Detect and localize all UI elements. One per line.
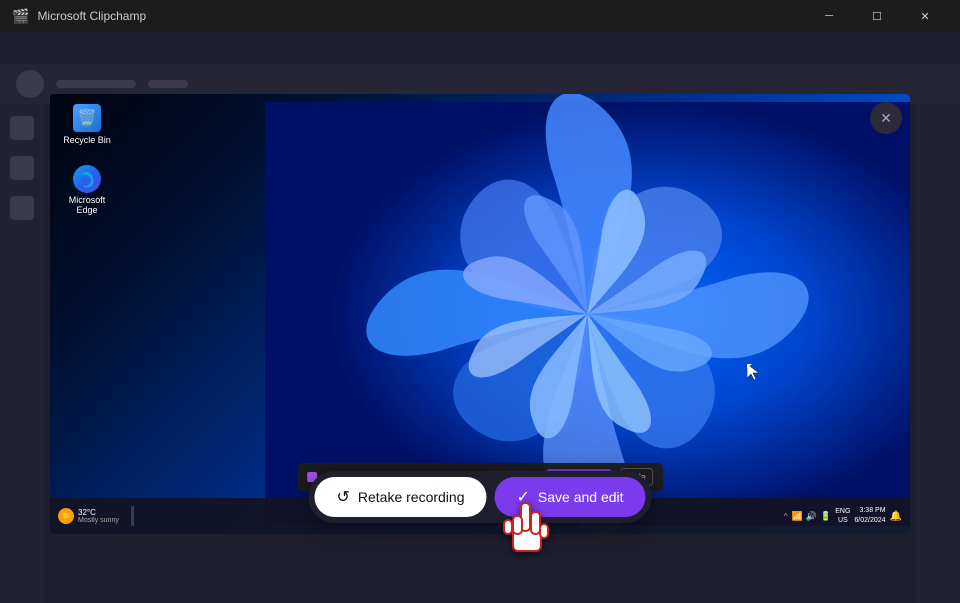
lang: ENG — [835, 507, 850, 516]
taskbar-tray: ^ 📶 🔊 🔋 ENG US 3:38 PM 6/02/2024 🔔 — [784, 506, 902, 526]
close-button[interactable]: ✕ — [902, 0, 948, 32]
clock: 3:38 PM 6/02/2024 — [854, 506, 885, 526]
retake-label: Retake recording — [358, 489, 465, 505]
region: US — [835, 516, 850, 525]
weather-widget: ☀️ 32°C Mostly sunny — [58, 508, 119, 524]
toolbar-value — [148, 80, 188, 88]
sidebar-item-2 — [10, 156, 34, 180]
battery-icon: 🔋 — [820, 511, 831, 522]
weather-info: 32°C Mostly sunny — [78, 508, 119, 524]
app-title: Microsoft Clipchamp — [37, 9, 146, 23]
taskbar-left: ☀️ 32°C Mostly sunny — [58, 506, 134, 526]
notification-icon: 🔔 — [890, 511, 902, 522]
left-sidebar — [0, 104, 44, 603]
lang-region: ENG US — [835, 507, 850, 525]
time: 3:38 PM — [854, 506, 885, 516]
toolbar-label — [56, 80, 136, 88]
temperature: 32°C — [78, 508, 119, 517]
action-buttons-container: ↺ Retake recording ✓ Save and edit — [308, 471, 651, 523]
preview-close-button[interactable]: ✕ — [870, 102, 902, 134]
taskbar-apps — [131, 506, 134, 526]
recording-preview: 🗑️ Recycle Bin MicrosoftEdge — [50, 94, 910, 534]
titlebar-controls: ─ ☐ ✕ — [806, 0, 948, 32]
recycle-bin-image: 🗑️ — [73, 104, 101, 132]
condition: Mostly sunny — [78, 517, 119, 524]
toolbar-item — [16, 70, 44, 98]
minimize-button[interactable]: ─ — [806, 0, 852, 32]
desktop-icons-container: 🗑️ Recycle Bin MicrosoftEdge — [62, 104, 112, 216]
sound-icon: 🔊 — [806, 511, 817, 522]
tray-icons: 📶 🔊 🔋 — [792, 511, 832, 522]
tray-chevron: ^ — [784, 512, 788, 521]
titlebar: 🎬 Microsoft Clipchamp ─ ☐ ✕ — [0, 0, 960, 32]
maximize-button[interactable]: ☐ — [854, 0, 900, 32]
edge-image — [73, 165, 101, 193]
right-sidebar — [916, 104, 960, 603]
retake-icon: ↺ — [336, 487, 349, 507]
sidebar-item-1 — [10, 116, 34, 140]
desktop-screenshot: 🗑️ Recycle Bin MicrosoftEdge — [50, 94, 910, 534]
titlebar-left: 🎬 Microsoft Clipchamp — [12, 8, 146, 25]
app-background: 🗑️ Recycle Bin MicrosoftEdge — [0, 32, 960, 603]
sidebar-item-3 — [10, 196, 34, 220]
app-icon: 🎬 — [12, 8, 29, 25]
network-icon: 📶 — [792, 511, 803, 522]
date: 6/02/2024 — [854, 516, 885, 526]
save-and-edit-button[interactable]: ✓ Save and edit — [495, 477, 646, 517]
weather-icon: ☀️ — [58, 508, 74, 524]
edge-label: MicrosoftEdge — [69, 196, 106, 216]
edge-icon-item: MicrosoftEdge — [62, 165, 112, 216]
save-icon: ✓ — [517, 487, 530, 507]
recycle-bin-label: Recycle Bin — [63, 135, 111, 145]
taskbar-divider — [131, 506, 134, 526]
save-label: Save and edit — [538, 489, 624, 505]
retake-recording-button[interactable]: ↺ Retake recording — [314, 477, 486, 517]
recycle-bin-icon: 🗑️ Recycle Bin — [62, 104, 112, 145]
